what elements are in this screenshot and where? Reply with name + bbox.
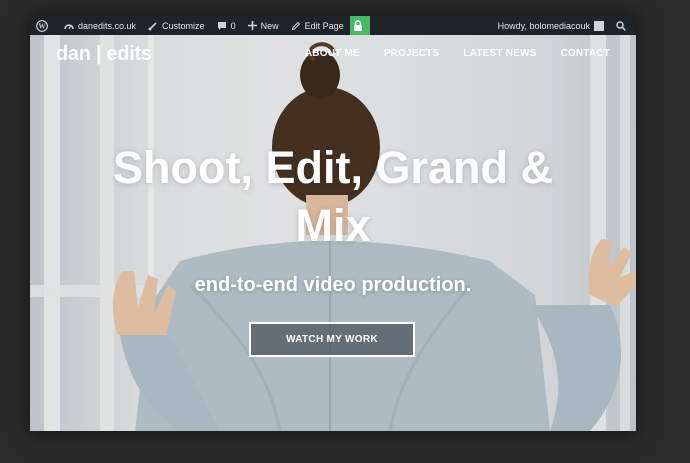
headline-line-2: Mix [295,200,371,251]
avatar [594,20,604,31]
comments-count: 0 [230,20,236,31]
paintbrush-icon [148,21,157,30]
headline-line-1: Shoot, Edit, Grand & [113,142,553,193]
comment-bubble-icon [217,21,226,30]
hero-headline: Shoot, Edit, Grand & Mix [70,139,596,255]
search-icon [616,20,626,31]
nav-item-latest-news[interactable]: LATEST NEWS [463,48,536,59]
plus-icon [247,21,257,30]
new-label: New [260,20,279,31]
comments-link[interactable]: 0 [211,16,242,35]
svg-text:W: W [39,22,46,30]
nav-item-projects[interactable]: PROJECTS [384,48,440,59]
edit-page-label: Edit Page [304,20,344,31]
my-account-link[interactable]: Howdy, bolomediacouk [492,16,610,35]
wordpress-icon: W [36,19,48,32]
dashboard-icon [64,23,74,29]
pencil-icon [291,21,300,30]
nav-item-about-me[interactable]: ABOUT ME [305,48,360,59]
wordpress-logo-button[interactable]: W [30,16,58,35]
main-menu: ABOUT ME PROJECTS LATEST NEWS CONTACT [305,48,610,59]
site-logo[interactable]: dan | edits [56,43,152,66]
watch-my-work-button[interactable]: WATCH MY WORK [249,322,415,357]
new-content-link[interactable]: New [242,16,285,35]
admin-search-button[interactable] [610,16,636,35]
hero-subheadline: end-to-end video production. [194,274,472,296]
edit-page-link[interactable]: Edit Page [285,16,350,35]
security-lock-button[interactable] [349,16,370,35]
browser-viewport: W danedits.co.uk Customize 0 New Edit Pa… [30,16,636,431]
site-header: dan | edits ABOUT ME PROJECTS LATEST NEW… [30,35,636,80]
site-name-label: danedits.co.uk [78,20,137,31]
hero-section: dan | edits ABOUT ME PROJECTS LATEST NEW… [30,35,636,431]
site-name-link[interactable]: danedits.co.uk [58,16,142,35]
wp-admin-bar: W danedits.co.uk Customize 0 New Edit Pa… [30,16,636,35]
customize-label: Customize [162,20,205,31]
howdy-label: Howdy, bolomediacouk [497,20,590,31]
lock-icon [353,19,362,31]
nav-item-contact[interactable]: CONTACT [560,48,610,59]
customize-link[interactable]: Customize [142,16,211,35]
